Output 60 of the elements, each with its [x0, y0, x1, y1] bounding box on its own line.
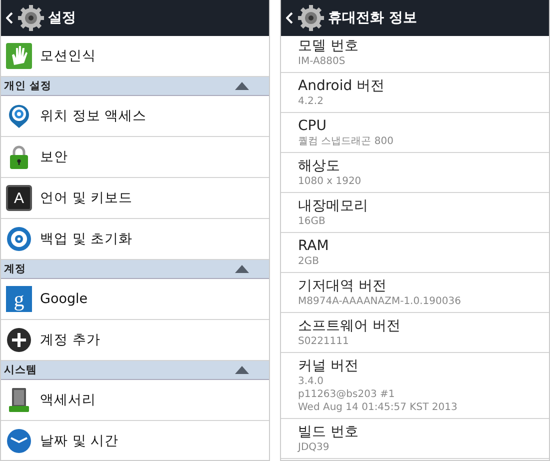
info-value: 퀄컴 스냅드래곤 800	[298, 135, 394, 148]
screen-title: 휴대전화 정보	[328, 9, 417, 27]
info-row[interactable]: CPU 퀄컴 스냅드래곤 800	[281, 113, 549, 153]
info-value: p11263@bs203 #1	[298, 388, 396, 401]
info-label: RAM	[298, 237, 330, 255]
section-header[interactable]: 개인 설정	[1, 77, 269, 96]
info-value: 4.2.2	[298, 95, 324, 108]
section-header[interactable]: 시스템	[1, 361, 269, 380]
settings-item[interactable]: 액세서리	[1, 380, 269, 421]
info-value: S0221111	[298, 335, 350, 348]
info-row[interactable]: 기저대역 버전 M8974A-AAAANAZM-1.0.190036	[281, 273, 549, 313]
info-row[interactable]: 내장메모리 16GB	[281, 193, 549, 233]
section-title: 개인 설정	[4, 79, 52, 93]
info-row[interactable]: 모델 번호 IM-A880S	[281, 36, 549, 73]
add-icon	[6, 327, 32, 353]
info-value: IM-A880S	[298, 54, 346, 68]
info-row[interactable]: 커널 버전 3.4.0 p11263@bs203 #1 Wed Aug 14 01:45:57 KST 2013	[281, 353, 549, 419]
settings-item[interactable]: 위치 정보 액세스	[1, 96, 269, 137]
back-button[interactable]	[285, 12, 294, 24]
keyboard-key-icon: A	[6, 185, 32, 211]
info-row[interactable]: 빌드 번호 JDQ39	[281, 419, 549, 459]
gear-icon	[297, 4, 325, 32]
info-label: 내장메모리	[298, 197, 369, 215]
info-value: 2GB	[298, 255, 320, 268]
screen-title: 설정	[48, 9, 76, 27]
info-row[interactable]: Android 버전 4.2.2	[281, 73, 549, 113]
info-label: Android 버전	[298, 77, 386, 95]
info-row[interactable]: RAM 2GB	[281, 233, 549, 273]
settings-item[interactable]: A 언어 및 키보드	[1, 178, 269, 219]
settings-item[interactable]: g Google	[1, 279, 269, 320]
info-value: JDQ39	[298, 441, 330, 454]
info-label: 커널 버전	[298, 357, 360, 375]
section-header[interactable]: 계정	[1, 260, 269, 279]
backup-icon	[6, 226, 32, 252]
info-label: 소프트웨어 버전	[298, 317, 402, 335]
info-value: M8974A-AAAANAZM-1.0.190036	[298, 295, 462, 308]
back-icon	[286, 12, 293, 24]
info-label: CPU	[298, 117, 328, 135]
info-label: 기저대역 버전	[298, 277, 388, 295]
info-value: Wed Aug 14 01:45:57 KST 2013	[298, 401, 458, 414]
clock-icon	[6, 428, 32, 454]
info-value: 1080 x 1920	[298, 175, 362, 188]
info-value: 3.4.0	[298, 375, 324, 388]
settings-item[interactable]: 보안	[1, 137, 269, 178]
location-pin-icon	[6, 103, 32, 129]
info-label: 빌드 번호	[298, 423, 360, 441]
google-icon: g	[6, 286, 32, 312]
info-label: 해상도	[298, 157, 341, 175]
gear-icon	[17, 4, 45, 32]
section-title: 계정	[4, 262, 26, 276]
info-row[interactable]: 소프트웨어 버전 S0221111	[281, 313, 549, 353]
info-label: 모델 번호	[298, 36, 360, 54]
settings-item[interactable]: 날짜 및 시간	[1, 421, 269, 460]
dock-icon	[6, 387, 32, 413]
info-row[interactable]: 해상도 1080 x 1920	[281, 153, 549, 193]
info-value: 16GB	[298, 215, 326, 228]
section-title: 시스템	[4, 363, 37, 377]
hand-icon	[6, 43, 32, 69]
back-icon	[6, 12, 13, 24]
back-button[interactable]	[5, 12, 14, 24]
